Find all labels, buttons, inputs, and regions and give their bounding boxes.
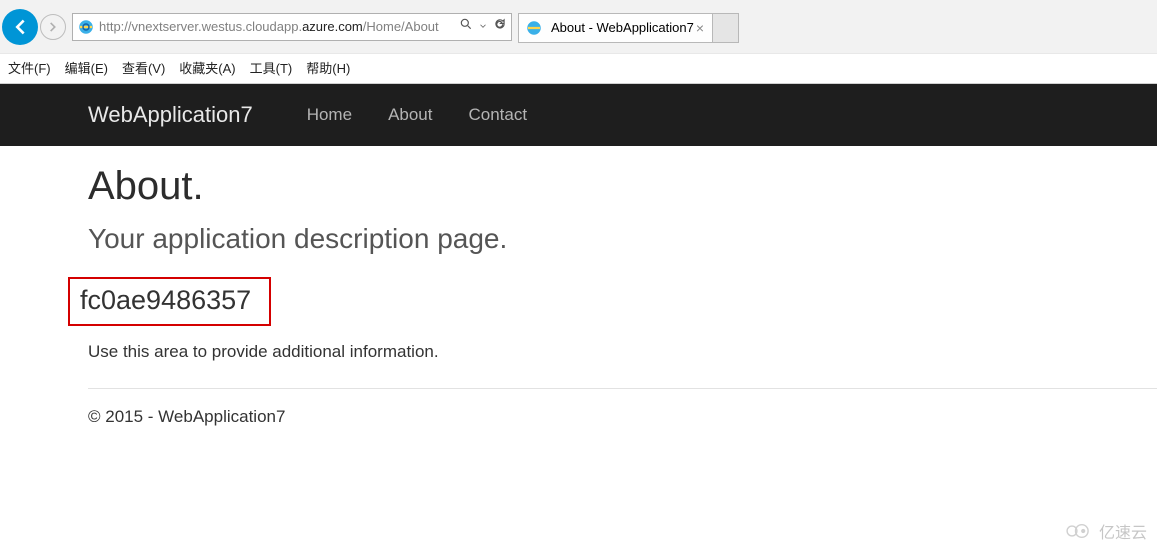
- page-title: About.: [88, 164, 1157, 209]
- search-icon[interactable]: [459, 17, 473, 36]
- tab-about[interactable]: About - WebApplication7 ×: [518, 13, 713, 43]
- ie-icon: [77, 18, 95, 36]
- divider: [88, 388, 1157, 389]
- tab-strip: About - WebApplication7 ×: [518, 11, 739, 43]
- page-subtitle: Your application description page.: [88, 223, 1157, 255]
- watermark: 亿速云: [1065, 519, 1147, 543]
- site-nav: WebApplication7 Home About Contact: [0, 84, 1157, 146]
- chevron-down-icon[interactable]: [478, 18, 488, 36]
- arrow-right-icon: [46, 20, 60, 34]
- server-id-box: fc0ae9486357: [68, 277, 271, 326]
- page-content: About. Your application description page…: [0, 146, 1157, 427]
- url-text: http://vnextserver.westus.cloudapp.azure…: [99, 19, 453, 34]
- menu-edit[interactable]: 编辑(E): [65, 58, 108, 77]
- address-bar[interactable]: http://vnextserver.westus.cloudapp.azure…: [72, 13, 512, 41]
- menu-file[interactable]: 文件(F): [8, 58, 51, 77]
- nav-about[interactable]: About: [388, 105, 432, 125]
- arrow-left-icon: [9, 16, 31, 38]
- menu-tools[interactable]: 工具(T): [250, 58, 293, 77]
- browser-chrome: http://vnextserver.westus.cloudapp.azure…: [0, 0, 1157, 84]
- watermark-text: 亿速云: [1099, 519, 1147, 543]
- nav-contact[interactable]: Contact: [469, 105, 528, 125]
- forward-button[interactable]: [40, 14, 66, 40]
- tab-title: About - WebApplication7: [551, 20, 694, 35]
- watermark-icon: [1065, 521, 1093, 541]
- browser-top-bar: http://vnextserver.westus.cloudapp.azure…: [0, 0, 1157, 53]
- page-footer: © 2015 - WebApplication7: [88, 407, 1157, 427]
- new-tab-button[interactable]: [713, 13, 739, 43]
- menu-help[interactable]: 帮助(H): [306, 58, 350, 77]
- menu-favorites[interactable]: 收藏夹(A): [179, 58, 235, 77]
- menu-view[interactable]: 查看(V): [122, 58, 165, 77]
- info-text: Use this area to provide additional info…: [88, 342, 1157, 362]
- brand[interactable]: WebApplication7: [88, 102, 253, 128]
- refresh-icon[interactable]: [493, 17, 507, 36]
- nav-home[interactable]: Home: [307, 105, 352, 125]
- ie-icon: [525, 19, 543, 37]
- close-icon[interactable]: ×: [694, 20, 706, 36]
- menu-bar: 文件(F) 编辑(E) 查看(V) 收藏夹(A) 工具(T) 帮助(H): [0, 53, 1157, 83]
- server-id: fc0ae9486357: [80, 285, 251, 315]
- back-button[interactable]: [2, 9, 38, 45]
